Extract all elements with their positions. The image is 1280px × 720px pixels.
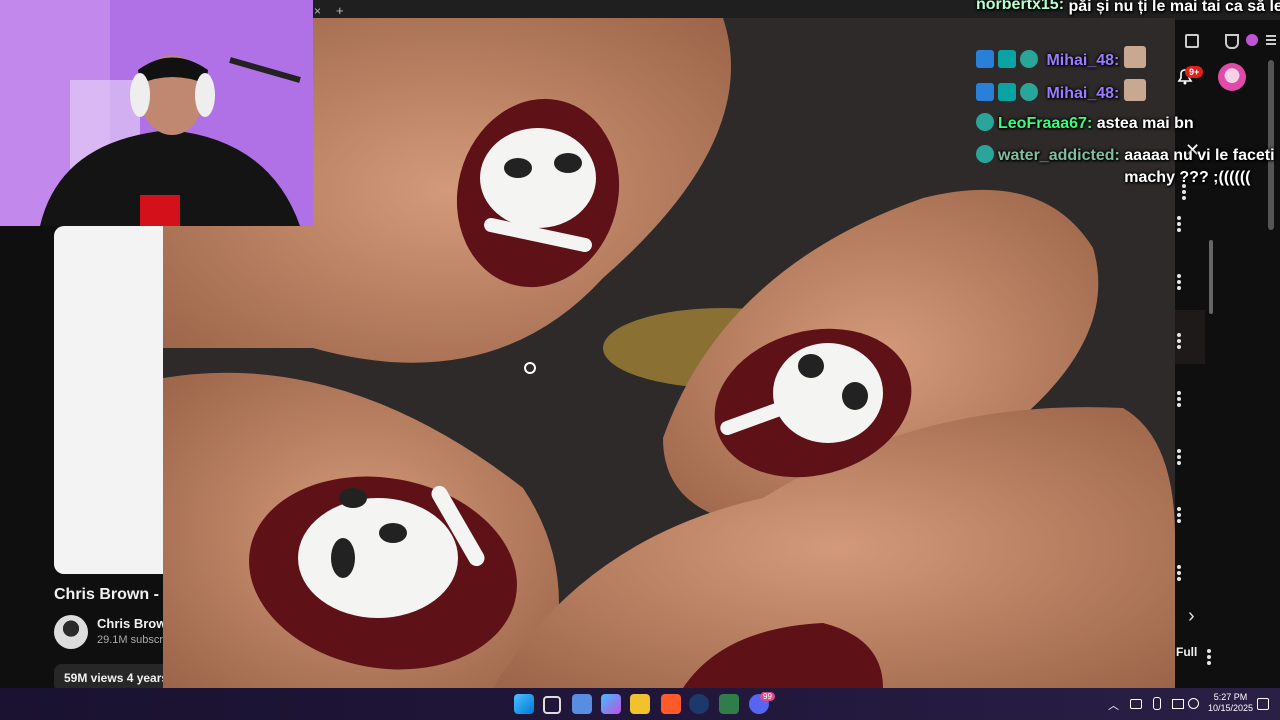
brave-browser-icon[interactable]	[661, 694, 681, 714]
steam-icon[interactable]	[689, 694, 709, 714]
clock-date: 10/15/2025	[1208, 703, 1254, 713]
chat-username: Mihai_48	[1046, 52, 1115, 69]
chevron-right-icon[interactable]: ›	[1188, 605, 1195, 628]
more-options-icon[interactable]	[1176, 272, 1182, 292]
ghost-emote-icon	[976, 145, 994, 163]
video-thumbnail[interactable]	[54, 226, 174, 574]
speaker-tray-icon[interactable]	[1130, 699, 1142, 709]
extension-icon[interactable]	[1246, 34, 1258, 46]
zoom-cursor-icon	[524, 362, 536, 374]
task-view-icon[interactable]	[543, 696, 561, 714]
channel-avatar[interactable]	[54, 615, 88, 649]
excel-icon[interactable]	[719, 694, 739, 714]
chat-message-1: norbertx15: păi și nu ți le mai tai ca s…	[976, 0, 1280, 18]
channel-name[interactable]: Chris Brow	[97, 616, 166, 631]
chat-text: aaaaa nu vi le faceti machy ??? ;((((((	[1124, 147, 1275, 186]
chat-message-4: LeoFraaa67: astea mai bn	[976, 113, 1194, 133]
sidebar-icon[interactable]	[1185, 34, 1199, 48]
fullscreen-label[interactable]: Full	[1176, 645, 1197, 659]
volume-icon[interactable]	[1188, 698, 1199, 709]
user-avatar[interactable]	[1218, 63, 1246, 91]
shield-icon[interactable]	[1225, 34, 1239, 49]
chat-message-5: water_addicted: aaaaa nu vi le faceti ma…	[976, 145, 1280, 189]
copilot-icon[interactable]	[601, 694, 621, 714]
ghost-emote-icon	[1020, 83, 1038, 101]
notifications-badge: 9+	[1185, 66, 1204, 78]
taskbar-clock[interactable]: 5:27 PM 10/15/2025	[1208, 692, 1253, 714]
chat-message-2: Mihai_48:	[976, 46, 1150, 70]
emote-icon	[1123, 79, 1146, 101]
more-options-icon[interactable]	[1176, 389, 1182, 409]
chat-text: astea mai bn	[1096, 115, 1194, 132]
more-options-icon[interactable]	[1176, 505, 1182, 525]
sub-badge-icon	[998, 50, 1016, 68]
more-options-icon[interactable]	[1176, 331, 1182, 351]
file-explorer-icon[interactable]	[630, 694, 650, 714]
streamer-webcam	[0, 0, 313, 226]
start-windows-icon[interactable]	[514, 694, 534, 714]
more-options-icon[interactable]	[1206, 647, 1212, 667]
mod-badge-icon	[976, 83, 994, 101]
chat-message-3: Mihai_48:	[976, 79, 1150, 103]
scrollbar-thumb[interactable]	[1209, 240, 1213, 314]
discord-badge: 99	[760, 692, 775, 701]
m365-icon[interactable]	[572, 694, 592, 714]
chat-username: LeoFraaa67	[998, 115, 1087, 132]
close-tab-icon[interactable]: ×	[314, 4, 321, 18]
notification-center-icon[interactable]	[1257, 698, 1269, 710]
chat-text: păi și nu ți le mai tai ca să le faci	[1068, 0, 1280, 15]
ghost-emote-icon	[1020, 50, 1038, 68]
clock-time: 5:27 PM	[1213, 692, 1248, 702]
ghost-emote-icon	[976, 113, 994, 131]
emote-icon	[1123, 46, 1146, 68]
webcam-overlay	[0, 0, 313, 226]
chevron-up-icon[interactable]: ︿	[1108, 697, 1119, 713]
view-count: 59M views 4 years	[64, 671, 169, 685]
more-options-icon[interactable]	[1176, 447, 1182, 467]
video-title[interactable]: Chris Brown - I	[54, 586, 168, 604]
chat-username: water_addicted	[998, 147, 1115, 164]
microphone-icon[interactable]	[1153, 697, 1161, 710]
new-tab-button[interactable]: +	[336, 3, 344, 18]
more-options-icon[interactable]	[1176, 214, 1182, 234]
more-options-icon[interactable]	[1176, 563, 1182, 583]
menu-icon[interactable]	[1266, 35, 1276, 37]
chat-username: Mihai_48	[1046, 85, 1115, 102]
sub-badge-icon	[998, 83, 1016, 101]
chat-username: norbertx15	[976, 0, 1059, 13]
network-icon[interactable]	[1172, 699, 1184, 709]
subscriber-count: 29.1M subscri	[97, 634, 166, 646]
mod-badge-icon	[976, 50, 994, 68]
browser-toolbar-icons	[1180, 30, 1276, 49]
